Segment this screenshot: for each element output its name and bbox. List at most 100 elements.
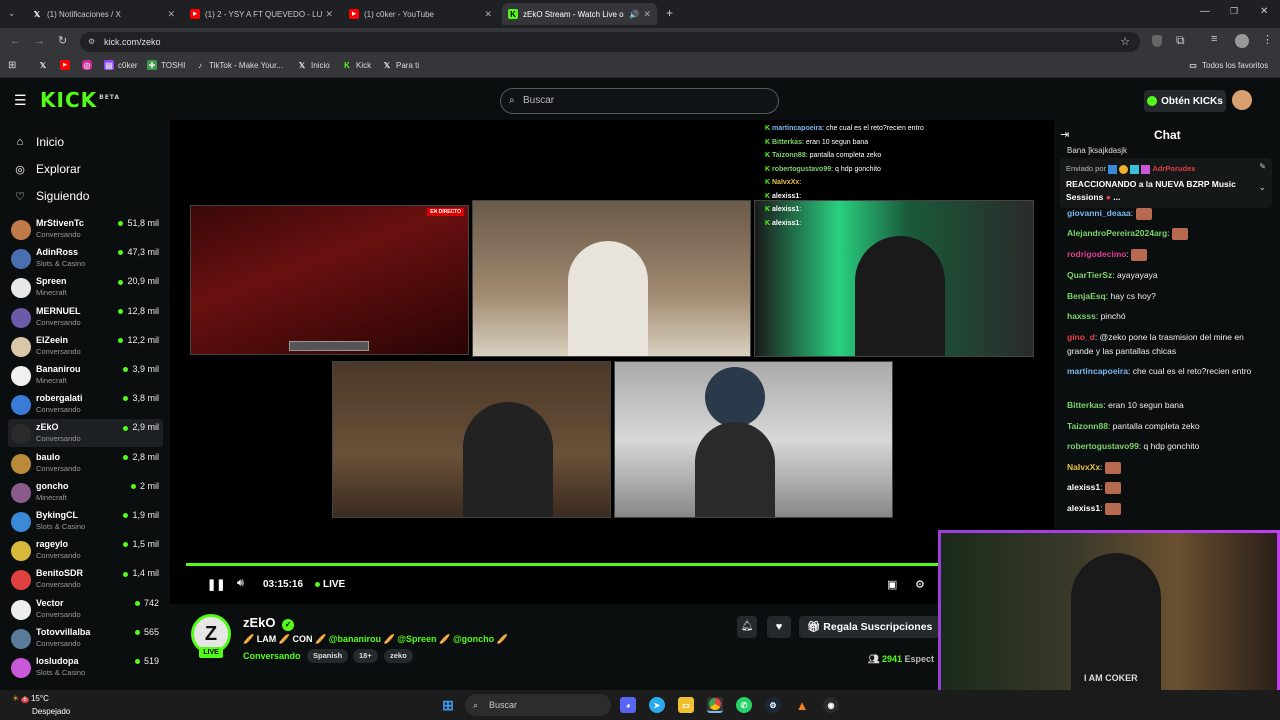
chat-username[interactable]: haxsss [1067, 311, 1096, 321]
back-icon[interactable]: ← [10, 35, 21, 47]
sidebar-channel-bananirou[interactable]: Bananirou Minecraft 3,9 mil [8, 361, 163, 389]
sidebar-channel-adinross[interactable]: AdinRoss Slots & Casino 47,3 mil [8, 244, 163, 272]
collapse-chat-icon[interactable]: ⇥ [1060, 128, 1069, 141]
pause-icon[interactable]: ❚❚ [207, 578, 225, 591]
discord-icon[interactable]: ◕ [620, 697, 636, 713]
chat-username[interactable]: gino_d [1067, 332, 1095, 342]
chat-message[interactable]: alexiss1: [1067, 480, 1272, 494]
media-control-icon[interactable]: ≡ [1211, 33, 1217, 45]
url-field[interactable]: ⚙ kick.com/zeko ☆ [80, 32, 1140, 52]
chat-message[interactable]: robertogustavo99: q hdp gonchito [1067, 439, 1272, 453]
gift-subs-button[interactable]: 🎁︎ Regala Suscripciones [799, 616, 940, 638]
user-avatar[interactable] [1232, 90, 1252, 110]
chat-message[interactable]: NaIvxXx: [1067, 460, 1272, 474]
title-mention[interactable]: @goncho [453, 634, 494, 644]
follow-heart-button[interactable]: ♥ [767, 616, 791, 638]
get-kicks-button[interactable]: Obtén KICKs [1144, 90, 1226, 112]
sidebar-channel-mernuel[interactable]: MERNUEL Conversando 12,8 mil [8, 303, 163, 331]
bookmark-inicio[interactable]: 𝕏 Inicio [297, 60, 330, 70]
nav-inicio[interactable]: ⌂ Inicio [14, 135, 64, 149]
tag-zeko[interactable]: zeko [384, 649, 413, 663]
chat-message[interactable]: giovanni_deaaa: [1067, 206, 1272, 220]
sidebar-channel-losludopa[interactable]: losludopa Slots & Casino 519 [8, 653, 163, 681]
chat-message[interactable]: gino_d: @zeko pone la trasmision del min… [1067, 330, 1272, 358]
volume-icon[interactable]: 🔊︎ [237, 577, 244, 590]
maximize-button[interactable]: ❐ [1230, 6, 1238, 17]
sidebar-channel-goncho[interactable]: goncho Minecraft 2 mil [8, 478, 163, 506]
taskbar-search[interactable]: ⌕ Buscar [465, 694, 611, 716]
close-tab-icon[interactable]: ✕ [167, 9, 175, 20]
sidebar-channel-mrstiventc[interactable]: MrStivenTc Conversando 51,8 mil [8, 215, 163, 243]
site-info-icon[interactable]: ⚙ [88, 32, 95, 52]
sidebar-channel-vector[interactable]: Vector Conversando 742 [8, 595, 163, 623]
title-mention[interactable]: @Spreen [397, 634, 436, 644]
close-tab-icon[interactable]: ✕ [484, 9, 492, 20]
tab-kick-zeko[interactable]: K zEkO Stream - Watch Live o 🔊 ✕ [502, 3, 657, 25]
sidebar-channel-robergalati[interactable]: robergalati Conversando 3,8 mil [8, 390, 163, 418]
chat-message[interactable]: QuarTierSz: ayayayaya [1067, 268, 1272, 282]
title-mention[interactable]: @bananirou [329, 634, 381, 644]
bookmark-kick[interactable]: K Kick [342, 60, 371, 70]
chat-message[interactable]: martincapoeira: che cual es el reto?reci… [1067, 364, 1272, 378]
theater-mode-icon[interactable]: ▣ [887, 578, 897, 591]
profile-avatar[interactable] [1235, 34, 1249, 48]
bookmark-x[interactable]: 𝕏 [38, 60, 52, 70]
reload-icon[interactable]: ↻ [58, 34, 67, 47]
sidebar-channel-spreen[interactable]: Spreen Minecraft 20,9 mil [8, 273, 163, 301]
channel-name[interactable]: zEkO ✓ [243, 615, 295, 631]
chat-username[interactable]: alexiss1 [1067, 503, 1100, 513]
tag-spanish[interactable]: Spanish [307, 649, 349, 663]
kick-logo[interactable]: KICK BETA [40, 88, 120, 112]
sidebar-channel-benitosdr[interactable]: BenitoSDR Conversando 1,4 mil [8, 565, 163, 593]
tab-search-button[interactable]: ⌄ [8, 8, 16, 19]
windows-start-icon[interactable]: ⊞ [440, 697, 456, 713]
chat-message[interactable]: Taizonn88: pantalla completa zeko [1067, 419, 1272, 433]
stream-category[interactable]: Conversando [243, 651, 301, 661]
progress-bar[interactable] [186, 563, 938, 566]
sidebar-channel-zeko[interactable]: zEkO Conversando 2,9 mil [8, 419, 163, 448]
sidebar-channel-baulo[interactable]: baulo Conversando 2,8 mil [8, 449, 163, 477]
apps-grid-icon[interactable]: ⊞ [8, 60, 16, 71]
chat-message[interactable]: rodrigodecimo: [1067, 247, 1272, 261]
file-explorer-icon[interactable]: ▭ [678, 697, 694, 713]
all-favorites[interactable]: ▭ Todos los favoritos [1188, 60, 1268, 70]
weather-widget[interactable]: ☀ 6 15°C Despejado [12, 693, 70, 717]
chat-username[interactable]: Taizonn88 [1067, 421, 1108, 431]
tab-youtube-c0ker[interactable]: ▶ (1) c0ker - YouTube ✕ [343, 3, 498, 25]
steam-icon[interactable]: ⚙ [765, 697, 781, 713]
nav-siguiendo[interactable]: ♡ Siguiendo [14, 189, 89, 203]
sidebar-channel-rageylo[interactable]: rageylo Conversando 1,5 mil [8, 536, 163, 564]
settings-icon[interactable]: ⚙ [915, 578, 925, 591]
vlc-icon[interactable]: ▲ [794, 697, 810, 713]
chat-username[interactable]: giovanni_deaaa [1067, 208, 1131, 218]
bookmark-para-ti[interactable]: 𝕏 Para ti [382, 60, 419, 70]
bookmark-star-icon[interactable]: ☆ [1120, 32, 1130, 52]
bookmark-instagram[interactable]: ◎ [82, 60, 96, 70]
tab-youtube-ysy[interactable]: ▶ (1) 2 - YSY A FT QUEVEDO - LU ✕ [184, 3, 339, 25]
pinned-message[interactable]: Enviado por AdrPorudex ✎ REACCIONANDO a … [1060, 158, 1272, 208]
chevron-down-icon[interactable]: ⌄ [1258, 182, 1266, 193]
chat-username[interactable]: BenjaEsq [1067, 291, 1106, 301]
forward-icon[interactable]: → [34, 35, 45, 47]
sidebar-channel-totovvillalba[interactable]: Totovvillalba Conversando 565 [8, 624, 163, 652]
chat-username[interactable]: rodrigodecimo [1067, 249, 1127, 259]
unpin-icon[interactable]: ✎ [1259, 162, 1266, 171]
menu-icon[interactable]: ⋮ [1262, 33, 1273, 46]
nav-explorar[interactable]: ◎ Explorar [14, 162, 81, 176]
sidebar-channel-bykingcl[interactable]: BykingCL Slots & Casino 1,9 mil [8, 507, 163, 535]
bookmark-toshi[interactable]: ✚ TOSHI [147, 60, 185, 70]
chat-username[interactable]: QuarTierSz [1067, 270, 1112, 280]
sidebar-channel-elzeein[interactable]: ElZeein Conversando 12,2 mil [8, 332, 163, 360]
chat-username[interactable]: Bitterkas [1067, 400, 1103, 410]
chat-message[interactable]: alexiss1: [1067, 501, 1272, 515]
minimize-button[interactable]: — [1200, 6, 1210, 17]
chat-message[interactable]: AlejandroPereira2024arg: [1067, 226, 1272, 240]
search-input[interactable]: ⌕ Buscar [500, 88, 779, 114]
hamburger-menu-icon[interactable]: ☰ [14, 92, 27, 109]
close-tab-icon[interactable]: ✕ [325, 9, 333, 20]
extensions-icon[interactable]: ⧉ [1176, 33, 1185, 48]
chat-username[interactable]: AlejandroPereira2024arg [1067, 228, 1167, 238]
chat-username[interactable]: robertogustavo99 [1067, 441, 1139, 451]
close-window-button[interactable]: ✕ [1260, 6, 1268, 17]
chat-message[interactable]: Bitterkas: eran 10 segun bana [1067, 398, 1272, 412]
